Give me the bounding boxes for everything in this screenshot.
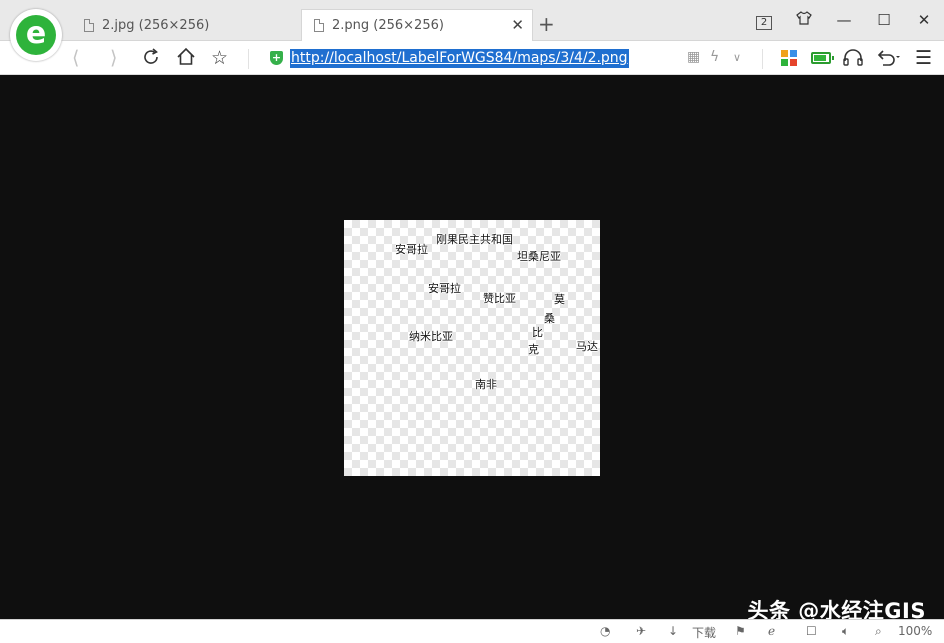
- skin-icon[interactable]: [784, 11, 824, 29]
- tab-bar: 2.jpg (256×256) 2.png (256×256) ✕ + 2 — …: [0, 0, 944, 41]
- undo-icon[interactable]: [875, 47, 901, 72]
- toolbar-divider: [762, 49, 763, 69]
- document-icon: [314, 19, 324, 32]
- shield-icon[interactable]: +: [270, 51, 283, 65]
- home-icon[interactable]: [176, 47, 196, 72]
- toolbar-divider: [248, 49, 249, 69]
- map-label: 克: [528, 343, 539, 356]
- map-tile-image: 刚果民主共和国 安哥拉 坦桑尼亚 安哥拉 赞比亚 莫 桑 比 纳米比亚 克 马达…: [344, 220, 600, 476]
- map-label: 坦桑尼亚: [517, 250, 561, 263]
- speed-icon[interactable]: ◔: [600, 624, 610, 638]
- window-icon[interactable]: ☐: [806, 624, 817, 638]
- chevron-down-icon[interactable]: ∨: [733, 51, 741, 64]
- tab-2-png[interactable]: 2.png (256×256) ✕: [301, 9, 533, 41]
- download-icon[interactable]: ↓: [668, 624, 678, 638]
- zoom-icon[interactable]: ⌕: [875, 624, 882, 639]
- sound-icon[interactable]: 🔈︎: [842, 624, 849, 639]
- status-bar: ◔ ✈ ↓ 下载 ⚑ ℯ ☐ 🔈︎ ⌕ 100%: [0, 619, 944, 643]
- lightning-icon[interactable]: ϟ: [710, 49, 719, 65]
- flag-icon[interactable]: ⚑: [735, 624, 746, 638]
- map-label: 比: [532, 326, 543, 339]
- tab-count-button[interactable]: 2: [744, 11, 784, 30]
- document-icon: [84, 18, 94, 32]
- ie-mode-icon[interactable]: ℯ: [768, 624, 775, 638]
- tab-title: 2.png (256×256): [332, 18, 444, 33]
- map-label: 莫: [554, 293, 565, 306]
- address-bar-url[interactable]: http://localhost/LabelForWGS84/maps/3/4/…: [290, 49, 629, 68]
- map-label: 纳米比亚: [409, 330, 453, 343]
- tab-title: 2.jpg (256×256): [102, 17, 210, 33]
- tab-2-jpg[interactable]: 2.jpg (256×256): [84, 9, 296, 41]
- toolbar: ⟨ ⟩ ☆ + http://localhost/LabelForWGS84/m…: [0, 41, 944, 75]
- minimize-icon[interactable]: —: [824, 11, 864, 29]
- map-label: 安哥拉: [395, 243, 428, 256]
- refresh-icon[interactable]: [141, 47, 161, 72]
- zoom-level[interactable]: 100%: [898, 624, 932, 638]
- apps-icon[interactable]: [781, 50, 797, 66]
- browser-logo-icon[interactable]: e: [10, 9, 62, 61]
- map-label: 刚果民主共和国: [436, 233, 513, 246]
- pin-icon[interactable]: ✈: [636, 624, 646, 638]
- menu-icon[interactable]: ☰: [915, 47, 932, 69]
- map-label: 南非: [475, 378, 497, 391]
- new-tab-button[interactable]: +: [538, 12, 555, 36]
- tab-count-badge: 2: [756, 15, 772, 30]
- map-label: 马达: [576, 340, 598, 353]
- download-label[interactable]: 下载: [692, 624, 716, 641]
- back-icon[interactable]: ⟨: [72, 47, 79, 69]
- qr-code-icon[interactable]: ▦: [687, 49, 700, 65]
- battery-icon[interactable]: [811, 52, 834, 64]
- map-label: 安哥拉: [428, 282, 461, 295]
- forward-icon[interactable]: ⟩: [110, 47, 117, 69]
- window-controls: 2 — ☐ ✕: [744, 0, 944, 40]
- maximize-icon[interactable]: ☐: [864, 11, 904, 29]
- close-window-icon[interactable]: ✕: [904, 11, 944, 29]
- star-icon[interactable]: ☆: [211, 47, 228, 69]
- close-tab-icon[interactable]: ✕: [511, 16, 524, 34]
- map-label: 赞比亚: [483, 292, 516, 305]
- headphones-icon[interactable]: [842, 47, 864, 72]
- map-label: 桑: [544, 312, 555, 325]
